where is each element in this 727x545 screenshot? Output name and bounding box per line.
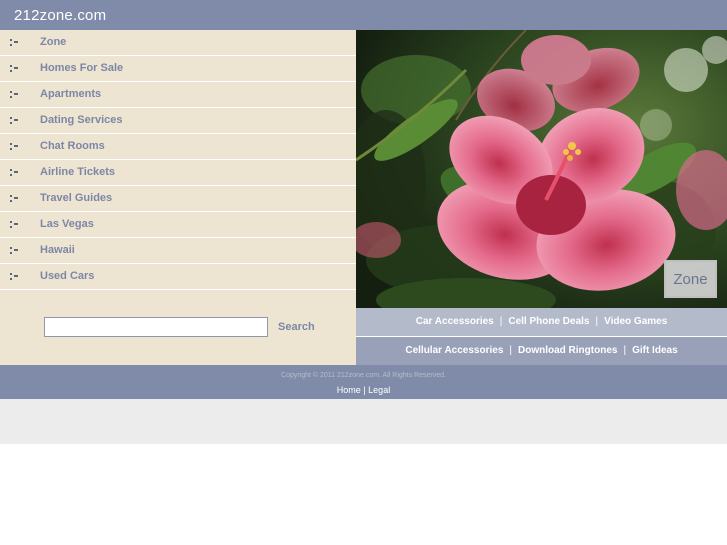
link-separator: |	[595, 316, 599, 327]
links-band-1: Car Accessories | Cell Phone Deals | Video G…	[356, 308, 727, 336]
sidebar-item-label[interactable]: Dating Services	[40, 114, 123, 127]
sidebar-item-las-vegas[interactable]: Las Vegas	[0, 212, 356, 238]
sidebar-item-dating-services[interactable]: Dating Services	[0, 108, 356, 134]
sidebar-item-label[interactable]: Chat Rooms	[40, 140, 105, 153]
link-car-accessories[interactable]: Car Accessories	[416, 316, 494, 327]
link-separator: |	[499, 316, 503, 327]
sidebar-item-label[interactable]: Apartments	[40, 88, 101, 101]
link-separator: |	[509, 345, 512, 356]
sidebar-item-airline-tickets[interactable]: Airline Tickets	[0, 160, 356, 186]
link-video-games[interactable]: Video Games	[604, 316, 667, 327]
sidebar-item-travel-guides[interactable]: Travel Guides	[0, 186, 356, 212]
sidebar-item-zone[interactable]: Zone	[0, 30, 356, 56]
sidebar-item-label[interactable]: Airline Tickets	[40, 166, 115, 179]
sidebar-item-chat-rooms[interactable]: Chat Rooms	[0, 134, 356, 160]
site-title[interactable]: 212zone.com	[14, 8, 106, 24]
bullet-icon	[10, 117, 18, 124]
sidebar-item-used-cars[interactable]: Used Cars	[0, 264, 356, 290]
bullet-icon	[10, 143, 18, 150]
link-download-ringtones[interactable]: Download Ringtones	[518, 345, 617, 356]
bullet-icon	[10, 65, 18, 72]
footer-home-link[interactable]: Home	[337, 385, 361, 395]
top-bar: 212zone.com	[0, 0, 727, 30]
sidebar-item-label[interactable]: Travel Guides	[40, 192, 112, 205]
sidebar-item-label[interactable]: Used Cars	[40, 270, 94, 283]
sidebar-item-apartments[interactable]: Apartments	[0, 82, 356, 108]
copyright-text: Copyright © 2011 212zone.com. All Rights…	[281, 372, 446, 379]
sidebar-item-hawaii[interactable]: Hawaii	[0, 238, 356, 264]
search-input[interactable]	[44, 317, 268, 337]
sidebar-item-label[interactable]: Zone	[40, 36, 66, 49]
bullet-icon	[10, 273, 18, 280]
bullet-icon	[10, 247, 18, 254]
footer-separator: |	[363, 385, 366, 395]
bullet-icon	[10, 169, 18, 176]
bottom-strip	[0, 399, 727, 444]
sidebar-item-label[interactable]: Las Vegas	[40, 218, 94, 231]
link-separator: |	[623, 345, 627, 356]
link-cell-phone-deals[interactable]: Cell Phone Deals	[508, 316, 589, 327]
bullet-icon	[10, 91, 18, 98]
footer-legal-link[interactable]: Legal	[368, 385, 390, 395]
links-band-2: Cellular Accessories | Download Ringtones |…	[356, 337, 727, 365]
search-button[interactable]: Search	[278, 321, 315, 334]
bullet-icon	[10, 195, 18, 202]
link-gift-ideas[interactable]: Gift Ideas	[632, 345, 678, 356]
sidebar-item-homes-for-sale[interactable]: Homes For Sale	[0, 56, 356, 82]
footer: Copyright © 2011 212zone.com. All Rights…	[0, 365, 727, 399]
bullet-icon	[10, 39, 18, 46]
sidebar-item-label[interactable]: Homes For Sale	[40, 62, 123, 75]
link-cellular-accessories[interactable]: Cellular Accessories	[405, 345, 503, 356]
sidebar: Zone Homes For Sale Apartments Dating Se…	[0, 30, 356, 365]
zone-logo-badge[interactable]: Zone	[664, 260, 717, 298]
bullet-icon	[10, 221, 18, 228]
sidebar-item-label[interactable]: Hawaii	[40, 244, 75, 257]
footer-links: Home | Legal	[0, 385, 727, 396]
sidebar-menu: Zone Homes For Sale Apartments Dating Se…	[0, 30, 356, 290]
